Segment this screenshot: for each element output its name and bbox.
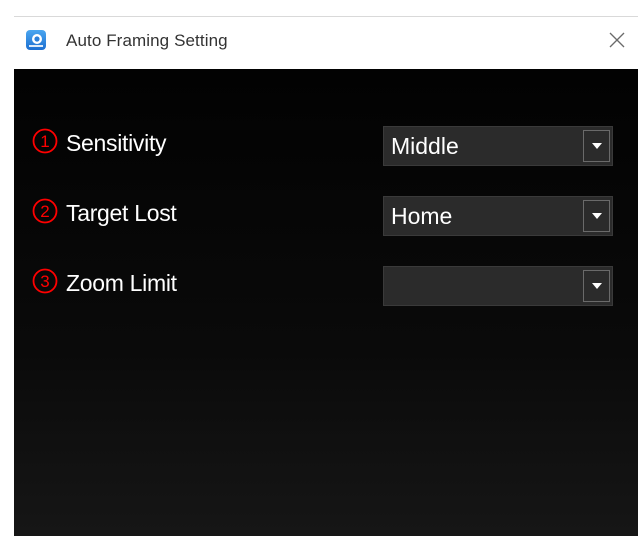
zoom-limit-label: Zoom Limit xyxy=(66,270,177,296)
target-lost-dropdown-button[interactable] xyxy=(583,200,610,232)
sensitivity-value: Middle xyxy=(391,133,459,159)
sensitivity-label: Sensitivity xyxy=(66,130,167,156)
number-badge-2: 2 xyxy=(32,198,58,224)
auto-framing-window: Auto Framing Setting 1 Sensitivity Middl… xyxy=(0,0,638,536)
zoom-limit-select[interactable] xyxy=(383,266,613,306)
zoom-limit-row: 3 Zoom Limit xyxy=(14,266,638,306)
target-lost-label: Target Lost xyxy=(66,200,177,226)
chevron-down-icon xyxy=(592,143,602,149)
svg-text:1: 1 xyxy=(40,132,49,151)
sensitivity-dropdown-button[interactable] xyxy=(583,130,610,162)
title-bar: Auto Framing Setting xyxy=(14,16,638,69)
close-icon xyxy=(609,32,625,48)
settings-panel: 1 Sensitivity Middle 2 Target Lost Home xyxy=(14,69,638,536)
svg-text:2: 2 xyxy=(40,202,49,221)
target-lost-value: Home xyxy=(391,203,453,229)
chevron-down-icon xyxy=(592,213,602,219)
target-lost-row: 2 Target Lost Home xyxy=(14,196,638,236)
camera-app-icon xyxy=(26,30,46,50)
chevron-down-icon xyxy=(592,283,602,289)
window-title: Auto Framing Setting xyxy=(66,31,228,50)
number-badge-1: 1 xyxy=(32,128,58,154)
number-badge-3: 3 xyxy=(32,268,58,294)
sensitivity-row: 1 Sensitivity Middle xyxy=(14,126,638,166)
svg-text:3: 3 xyxy=(40,272,49,291)
close-button[interactable] xyxy=(604,27,630,53)
sensitivity-select[interactable]: Middle xyxy=(383,126,613,166)
target-lost-select[interactable]: Home xyxy=(383,196,613,236)
zoom-limit-dropdown-button[interactable] xyxy=(583,270,610,302)
